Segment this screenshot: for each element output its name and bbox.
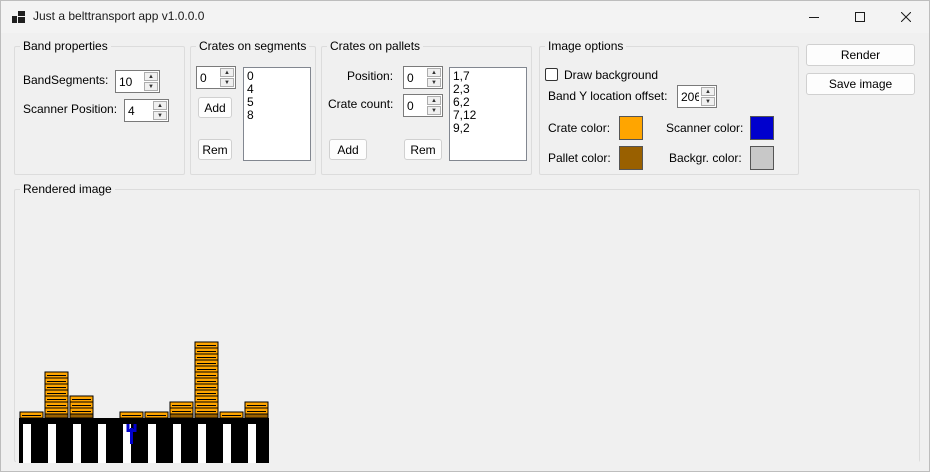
pallet-color-swatch[interactable] (619, 146, 643, 170)
scanner-position-label: Scanner Position: (23, 102, 118, 116)
segment-crate-down-arrow-icon[interactable]: ▼ (220, 78, 234, 87)
app-icon (12, 11, 25, 23)
belt-stripe (223, 424, 231, 463)
crate-count-up-arrow-icon[interactable]: ▲ (427, 96, 441, 105)
pallet (194, 413, 219, 419)
band-properties-group: Band properties BandSegments: ▲ ▼ Scanne… (14, 39, 185, 175)
minimize-icon (809, 17, 819, 18)
pallet-color-label: Pallet color: (548, 151, 611, 165)
minimize-button[interactable] (791, 1, 837, 33)
render-button[interactable]: Render (806, 44, 915, 66)
save-image-button[interactable]: Save image (806, 73, 915, 95)
scanner-position-stepper[interactable]: ▲ ▼ (124, 99, 169, 122)
maximize-button[interactable] (837, 1, 883, 33)
pallet-position-input[interactable] (404, 67, 427, 88)
pallet (44, 413, 69, 419)
belt-stripe (198, 424, 206, 463)
list-item[interactable]: 8 (247, 109, 307, 122)
segment-crate-input[interactable] (197, 67, 220, 88)
belt-stripe (248, 424, 256, 463)
band-segments-down-arrow-icon[interactable]: ▼ (144, 82, 158, 91)
belt-stripe (98, 424, 106, 463)
scanner-position-up-arrow-icon[interactable]: ▲ (153, 101, 167, 110)
crate-count-label: Crate count: (328, 97, 394, 111)
pallet-position-stepper[interactable]: ▲ ▼ (403, 66, 443, 89)
pallet-position-up-arrow-icon[interactable]: ▲ (427, 68, 441, 77)
crates-on-segments-legend: Crates on segments (199, 39, 307, 53)
belt-stripe (148, 424, 156, 463)
scanner-color-swatch[interactable] (750, 116, 774, 140)
app-window: Just a belttransport app v1.0.0.0 Band p… (0, 0, 930, 472)
band-offset-label: Band Y location offset: (548, 89, 668, 103)
crate-color-swatch[interactable] (619, 116, 643, 140)
belt-stripe (23, 424, 31, 463)
draw-background-checkbox[interactable] (545, 68, 558, 81)
window-title: Just a belttransport app v1.0.0.0 (33, 9, 205, 23)
segment-crate-up-arrow-icon[interactable]: ▲ (220, 68, 234, 77)
pallet (169, 413, 194, 419)
title-bar: Just a belttransport app v1.0.0.0 (1, 1, 929, 33)
background-color-swatch[interactable] (750, 146, 774, 170)
pallet-position-label: Position: (347, 69, 394, 83)
pallet (244, 413, 269, 419)
list-item[interactable]: 0 (247, 70, 307, 83)
close-button[interactable] (883, 1, 929, 33)
crates-on-segments-group: Crates on segments ▲ ▼ Add Rem 0458 (190, 39, 316, 175)
belt-stripe (48, 424, 56, 463)
pallet-position-down-arrow-icon[interactable]: ▼ (427, 78, 441, 87)
band-offset-stepper[interactable]: ▲ ▼ (677, 85, 717, 108)
band-offset-down-arrow-icon[interactable]: ▼ (701, 97, 715, 106)
crate-count-stepper[interactable]: ▲ ▼ (403, 94, 443, 117)
close-icon (901, 12, 911, 22)
image-options-legend: Image options (548, 39, 624, 53)
background-color-label: Backgr. color: (669, 151, 742, 165)
segment-crates-list[interactable]: 0458 (243, 67, 311, 161)
band-segments-input[interactable] (116, 71, 144, 92)
rendered-scene (19, 341, 269, 463)
segment-add-button[interactable]: Add (198, 97, 232, 118)
crates-on-pallets-legend: Crates on pallets (330, 39, 421, 53)
pallet (69, 413, 94, 419)
list-item[interactable]: 9,2 (453, 122, 523, 135)
scanner-position-down-arrow-icon[interactable]: ▼ (153, 111, 167, 120)
draw-background-label: Draw background (564, 68, 659, 82)
scanner-color-label: Scanner color: (666, 121, 744, 135)
band-offset-input[interactable] (678, 86, 702, 107)
crate-color-label: Crate color: (548, 121, 611, 135)
rendered-image-legend: Rendered image (23, 182, 112, 196)
maximize-icon (855, 12, 865, 22)
pallet-add-button[interactable]: Add (329, 139, 367, 160)
belt-stripe (173, 424, 181, 463)
rendered-image-group: Rendered image (14, 182, 920, 463)
band-segments-label: BandSegments: (23, 73, 109, 87)
band-segments-stepper[interactable]: ▲ ▼ (115, 70, 160, 93)
band-offset-up-arrow-icon[interactable]: ▲ (701, 87, 715, 96)
band-properties-legend: Band properties (23, 39, 108, 53)
segment-crate-stepper[interactable]: ▲ ▼ (196, 66, 236, 89)
pallet-rem-button[interactable]: Rem (404, 139, 442, 160)
band-segments-up-arrow-icon[interactable]: ▲ (144, 72, 158, 81)
crates-on-pallets-group: Crates on pallets Position: ▲ ▼ Crate co… (321, 39, 532, 175)
belt-body (19, 418, 269, 463)
scanner-position-input[interactable] (125, 100, 153, 121)
render-canvas (16, 199, 919, 463)
list-item[interactable]: 5 (247, 96, 307, 109)
crate-count-input[interactable] (404, 95, 427, 116)
pallet-crates-list[interactable]: 1,7 2,3 6,2 7,12 9,2 (449, 67, 527, 161)
segment-rem-button[interactable]: Rem (198, 139, 232, 160)
belt-stripe (73, 424, 81, 463)
list-item[interactable]: 4 (247, 83, 307, 96)
crate-count-down-arrow-icon[interactable]: ▼ (427, 106, 441, 115)
image-options-group: Image options Draw background Band Y loc… (539, 39, 799, 175)
